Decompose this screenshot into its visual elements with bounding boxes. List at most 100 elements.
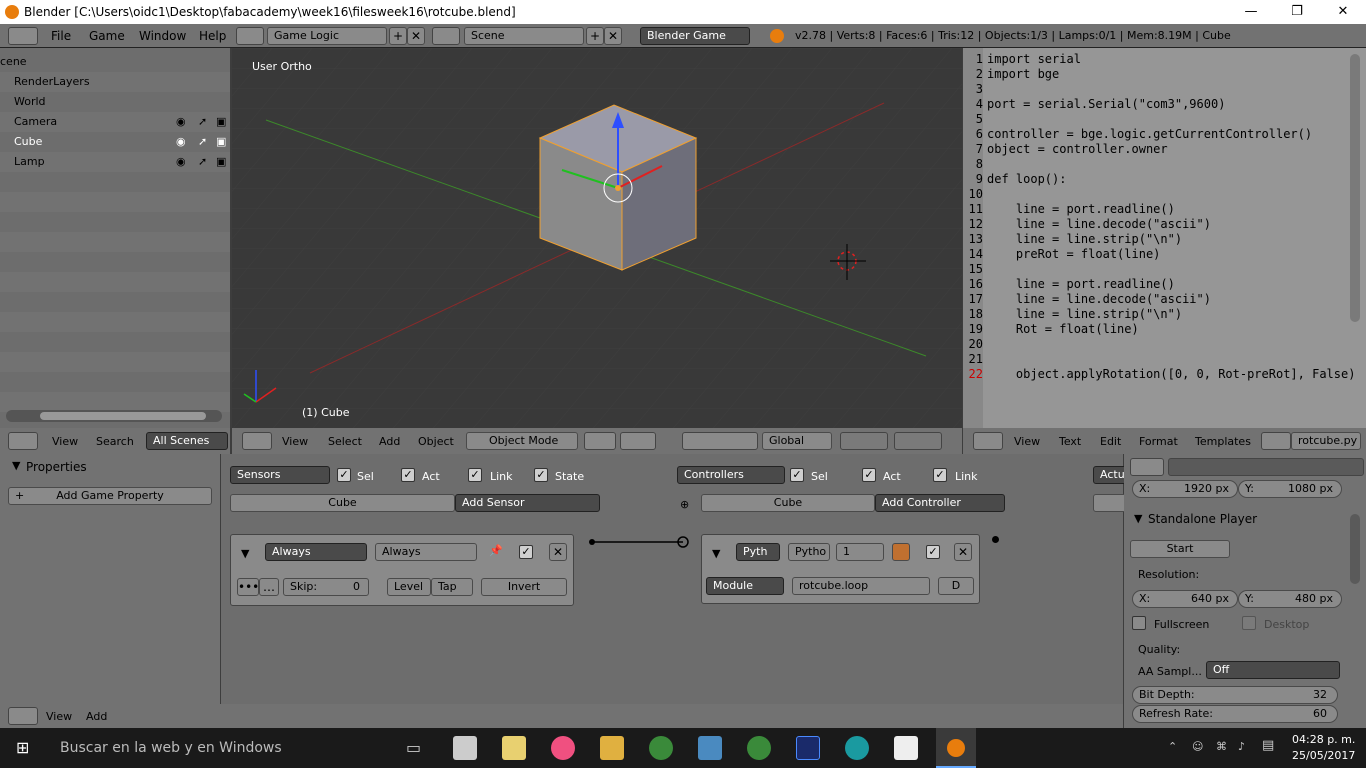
bookmark-icon[interactable] [892,543,910,561]
outliner-search-menu[interactable]: Search [96,435,134,448]
file-explorer-icon[interactable] [600,736,624,760]
maximize-button[interactable]: ❐ [1274,0,1320,24]
outliner-item-scene[interactable]: cene [0,52,230,72]
standalone-x-field[interactable]: X: 640 px [1132,590,1238,608]
text-view-menu[interactable]: View [1014,435,1040,448]
text-templates-menu[interactable]: Templates [1195,435,1251,448]
sensors-state-checkbox[interactable]: ✓ [534,468,548,482]
outliner-filter-select[interactable]: All Scenes [146,432,228,450]
scene-field[interactable]: Scene [464,27,584,45]
sensors-object-cube[interactable]: Cube [230,494,455,512]
render-camera-icon[interactable]: ▣ [216,132,226,152]
controllers-object-cube[interactable]: Cube [701,494,875,512]
chrome-icon[interactable] [747,736,771,760]
screen-layout-icon[interactable] [236,27,264,45]
add-sensor-select[interactable]: Add Sensor [455,494,600,512]
orientation-select[interactable]: Global [762,432,832,450]
sensor-name-field[interactable]: Always [375,543,477,561]
photoshop-icon[interactable] [796,736,820,760]
people-icon[interactable]: ☺ [1192,740,1203,753]
invert-button[interactable]: Invert [481,578,567,596]
controllers-act-checkbox[interactable]: ✓ [862,468,876,482]
shading-select-icon[interactable] [584,432,616,450]
properties-tabs[interactable] [1168,458,1364,476]
arduino-icon[interactable] [845,736,869,760]
sensors-menu[interactable]: Sensors [230,466,330,484]
itunes-icon[interactable] [551,736,575,760]
cursor-icon[interactable]: ➚ [198,112,207,132]
viewport-object-menu[interactable]: Object [418,435,454,448]
volume-icon[interactable]: ♪ [1238,740,1245,753]
render-camera-icon[interactable]: ▣ [216,112,226,132]
eye-icon[interactable]: ◉ [176,132,186,152]
text-datablock-icon[interactable] [1261,432,1291,450]
outliner-item-lamp[interactable]: Lamp ◉ ➚ ▣ [0,152,230,172]
logic-view-menu[interactable]: View [46,710,72,723]
controller-active-checkbox[interactable]: ✓ [926,545,940,559]
skip-field[interactable]: Skip: 0 [283,578,369,596]
app-icon[interactable] [698,736,722,760]
resolution-y-field[interactable]: Y: 1080 px [1238,480,1342,498]
menu-game[interactable]: Game [89,29,125,43]
refresh-rate-field[interactable]: Refresh Rate: 60 [1132,705,1338,723]
network-icon[interactable]: ⌘ [1216,740,1227,753]
blender-taskbar-icon[interactable] [936,728,976,768]
text-format-menu[interactable]: Format [1139,435,1178,448]
text-scrollbar[interactable] [1350,54,1360,322]
viewport-select-menu[interactable]: Select [328,435,362,448]
mode-select[interactable]: Object Mode [466,432,578,450]
scene-icon[interactable] [432,27,460,45]
layers-grid-1[interactable] [840,432,888,450]
sensor-active-checkbox[interactable]: ✓ [519,545,533,559]
sensor-type-select[interactable]: Always [265,543,367,561]
chevron-up-icon[interactable]: ⌃ [1168,740,1177,753]
sticky-notes-icon[interactable] [502,736,526,760]
editor-type-icon[interactable] [1130,458,1164,476]
eye-icon[interactable]: ◉ [176,152,186,172]
add-link-icon[interactable]: ⊕ [680,498,689,511]
desktop-checkbox[interactable] [1242,616,1256,630]
text-file-field[interactable]: rotcube.py [1291,432,1361,450]
collapse-icon[interactable]: ▼ [241,547,249,560]
clock-date[interactable]: 25/05/2017 [1292,749,1355,762]
sensors-link-checkbox[interactable]: ✓ [468,468,482,482]
add-controller-select[interactable]: Add Controller [875,494,1005,512]
controller-module-field[interactable]: rotcube.loop [792,577,930,595]
pulse-true-button[interactable]: ••• [237,578,259,596]
windows-start-icon[interactable]: ⊞ [16,738,29,757]
add-screen-button[interactable]: + [389,27,407,45]
screen-layout-field[interactable]: Game Logic [267,27,387,45]
close-button[interactable]: ✕ [1320,0,1366,24]
editor-type-icon[interactable] [973,432,1003,450]
pivot-select-icon[interactable] [620,432,656,450]
render-camera-icon[interactable]: ▣ [216,152,226,172]
render-engine-select[interactable]: Blender Game [640,27,750,45]
eye-icon[interactable]: ◉ [176,112,186,132]
aa-samples-select[interactable]: Off [1206,661,1340,679]
viewport-add-menu[interactable]: Add [379,435,400,448]
controllers-menu[interactable]: Controllers [677,466,785,484]
photos-icon[interactable] [894,736,918,760]
cursor-icon[interactable]: ➚ [198,152,207,172]
controllers-sel-checkbox[interactable]: ✓ [790,468,804,482]
sensors-act-checkbox[interactable]: ✓ [401,468,415,482]
fullscreen-checkbox[interactable] [1132,616,1146,630]
logic-add-menu[interactable]: Add [86,710,107,723]
pin-icon[interactable]: 📌 [489,544,503,557]
text-editor[interactable]: 1 import serial 2 import bge 3 4 port = serial… [963,48,1366,428]
text-text-menu[interactable]: Text [1059,435,1081,448]
controllers-link-checkbox[interactable]: ✓ [933,468,947,482]
standalone-y-field[interactable]: Y: 480 px [1238,590,1342,608]
taskbar-search[interactable]: Buscar en la web y en Windows [60,740,282,756]
controller-mode-select[interactable]: Module [706,577,784,595]
cursor-icon[interactable]: ➚ [198,132,207,152]
menu-file[interactable]: File [51,29,71,43]
outliner-scroll-thumb[interactable] [40,412,206,420]
viewport-view-menu[interactable]: View [282,435,308,448]
editor-type-icon[interactable] [8,707,38,725]
editor-type-icon[interactable] [242,432,272,450]
3d-viewport[interactable]: User Ortho (1) Cube [232,48,962,428]
collapse-icon[interactable]: ▼ [12,459,20,472]
outliner-item-renderlayers[interactable]: RenderLayers [0,72,230,92]
resolution-x-field[interactable]: X: 1920 px [1132,480,1238,498]
